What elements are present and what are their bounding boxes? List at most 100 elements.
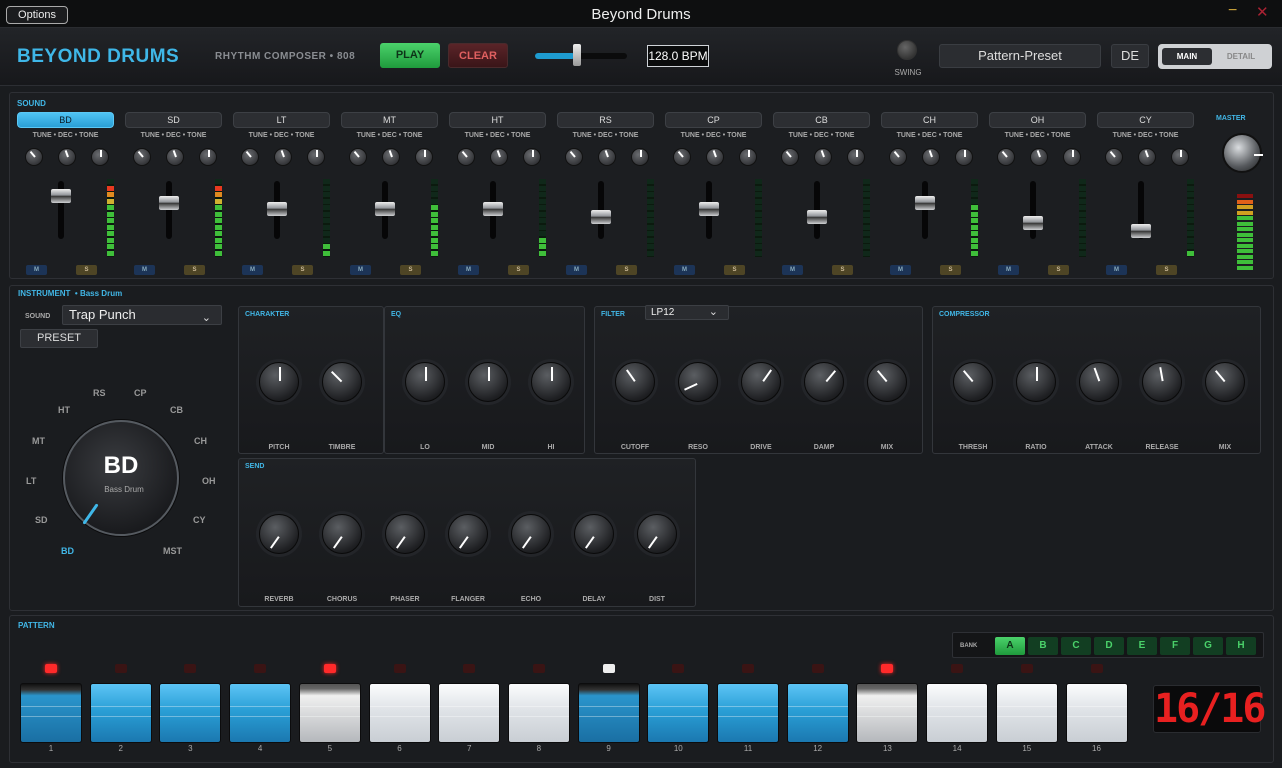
play-button[interactable]: PLAY — [380, 43, 440, 68]
step-button-10[interactable] — [647, 683, 710, 743]
bpm-display[interactable]: 128.0 BPM — [647, 45, 709, 67]
decay-knob[interactable] — [274, 148, 292, 166]
tone-knob[interactable] — [739, 148, 757, 166]
tune-knob[interactable] — [457, 148, 475, 166]
mode-toggle[interactable]: MAIN DETAIL — [1158, 44, 1272, 69]
volume-fader-handle[interactable] — [375, 201, 395, 216]
volume-fader-handle[interactable] — [915, 196, 935, 211]
compressor-thresh-knob[interactable] — [953, 362, 993, 402]
tone-knob[interactable] — [847, 148, 865, 166]
tone-knob[interactable] — [955, 148, 973, 166]
master-volume-knob[interactable] — [1222, 133, 1263, 173]
send-echo-knob[interactable] — [511, 514, 551, 554]
mute-button[interactable]: M — [998, 265, 1019, 275]
volume-fader-handle[interactable] — [591, 209, 611, 224]
step-button-1[interactable] — [20, 683, 82, 743]
channel-tab-cb[interactable]: CB — [773, 112, 870, 128]
channel-tab-lt[interactable]: LT — [233, 112, 330, 128]
decay-knob[interactable] — [706, 148, 724, 166]
decay-knob[interactable] — [382, 148, 400, 166]
filter-reso-knob[interactable] — [678, 362, 718, 402]
solo-button[interactable]: S — [508, 265, 529, 275]
tone-knob[interactable] — [1171, 148, 1189, 166]
volume-fader-track[interactable] — [1030, 181, 1036, 239]
mute-button[interactable]: M — [782, 265, 803, 275]
volume-fader-handle[interactable] — [51, 189, 71, 204]
step-button-3[interactable] — [159, 683, 222, 743]
step-button-9[interactable] — [577, 683, 640, 743]
mute-button[interactable]: M — [350, 265, 371, 275]
close-icon[interactable]: ✕ — [1256, 3, 1269, 21]
send-chorus-knob[interactable] — [322, 514, 362, 554]
wheel-label-mt[interactable]: MT — [32, 436, 45, 446]
solo-button[interactable]: S — [1156, 265, 1177, 275]
wheel-label-lt[interactable]: LT — [26, 476, 36, 486]
channel-tab-ch[interactable]: CH — [881, 112, 978, 128]
mode-detail-option[interactable]: DETAIL — [1214, 48, 1268, 65]
mute-button[interactable]: M — [1106, 265, 1127, 275]
tune-knob[interactable] — [133, 148, 151, 166]
volume-fader-handle[interactable] — [483, 201, 503, 216]
channel-tab-oh[interactable]: OH — [989, 112, 1086, 128]
decay-knob[interactable] — [166, 148, 184, 166]
eq-hi-knob[interactable] — [531, 362, 571, 402]
tune-knob[interactable] — [349, 148, 367, 166]
send-flanger-knob[interactable] — [448, 514, 488, 554]
bank-button-f[interactable]: F — [1160, 637, 1190, 655]
wheel-label-mst[interactable]: MST — [163, 546, 182, 556]
clear-button[interactable]: CLEAR — [448, 43, 508, 68]
mute-button[interactable]: M — [242, 265, 263, 275]
solo-button[interactable]: S — [184, 265, 205, 275]
solo-button[interactable]: S — [1048, 265, 1069, 275]
wheel-label-ch[interactable]: CH — [194, 436, 207, 446]
mute-button[interactable]: M — [458, 265, 479, 275]
wheel-label-sd[interactable]: SD — [35, 515, 48, 525]
step-button-15[interactable] — [995, 683, 1058, 743]
step-button-4[interactable] — [229, 683, 292, 743]
send-phaser-knob[interactable] — [385, 514, 425, 554]
channel-tab-cy[interactable]: CY — [1097, 112, 1194, 128]
eq-mid-knob[interactable] — [468, 362, 508, 402]
channel-tab-sd[interactable]: SD — [125, 112, 222, 128]
wheel-label-rs[interactable]: RS — [93, 388, 106, 398]
tune-knob[interactable] — [889, 148, 907, 166]
wheel-label-oh[interactable]: OH — [202, 476, 216, 486]
wheel-label-cb[interactable]: CB — [170, 405, 183, 415]
solo-button[interactable]: S — [832, 265, 853, 275]
bank-button-b[interactable]: B — [1028, 637, 1058, 655]
eq-lo-knob[interactable] — [405, 362, 445, 402]
step-button-7[interactable] — [438, 683, 501, 743]
volume-fader-handle[interactable] — [1023, 216, 1043, 231]
tune-knob[interactable] — [1105, 148, 1123, 166]
decay-knob[interactable] — [598, 148, 616, 166]
bank-button-g[interactable]: G — [1193, 637, 1223, 655]
channel-tab-cp[interactable]: CP — [665, 112, 762, 128]
tone-knob[interactable] — [415, 148, 433, 166]
step-button-2[interactable] — [89, 683, 152, 743]
tempo-slider[interactable] — [535, 53, 627, 59]
filter-drive-knob[interactable] — [741, 362, 781, 402]
tone-knob[interactable] — [523, 148, 541, 166]
sound-select[interactable]: Trap Punch ⌄ — [62, 305, 222, 325]
mute-button[interactable]: M — [890, 265, 911, 275]
volume-fader-handle[interactable] — [699, 201, 719, 216]
tune-knob[interactable] — [25, 148, 43, 166]
filter-cutoff-knob[interactable] — [615, 362, 655, 402]
tone-knob[interactable] — [1063, 148, 1081, 166]
tempo-slider-thumb[interactable] — [573, 44, 581, 66]
bank-button-c[interactable]: C — [1061, 637, 1091, 655]
instrument-selector-wheel[interactable]: BD Bass Drum — [63, 420, 179, 536]
bank-button-e[interactable]: E — [1127, 637, 1157, 655]
decay-knob[interactable] — [922, 148, 940, 166]
send-reverb-knob[interactable] — [259, 514, 299, 554]
volume-fader-handle[interactable] — [267, 201, 287, 216]
volume-fader-handle[interactable] — [159, 196, 179, 211]
step-button-12[interactable] — [786, 683, 849, 743]
wheel-label-ht[interactable]: HT — [58, 405, 70, 415]
wheel-label-bd[interactable]: BD — [61, 546, 74, 556]
send-dist-knob[interactable] — [637, 514, 677, 554]
decay-knob[interactable] — [1138, 148, 1156, 166]
tune-knob[interactable] — [565, 148, 583, 166]
tune-knob[interactable] — [241, 148, 259, 166]
tone-knob[interactable] — [199, 148, 217, 166]
